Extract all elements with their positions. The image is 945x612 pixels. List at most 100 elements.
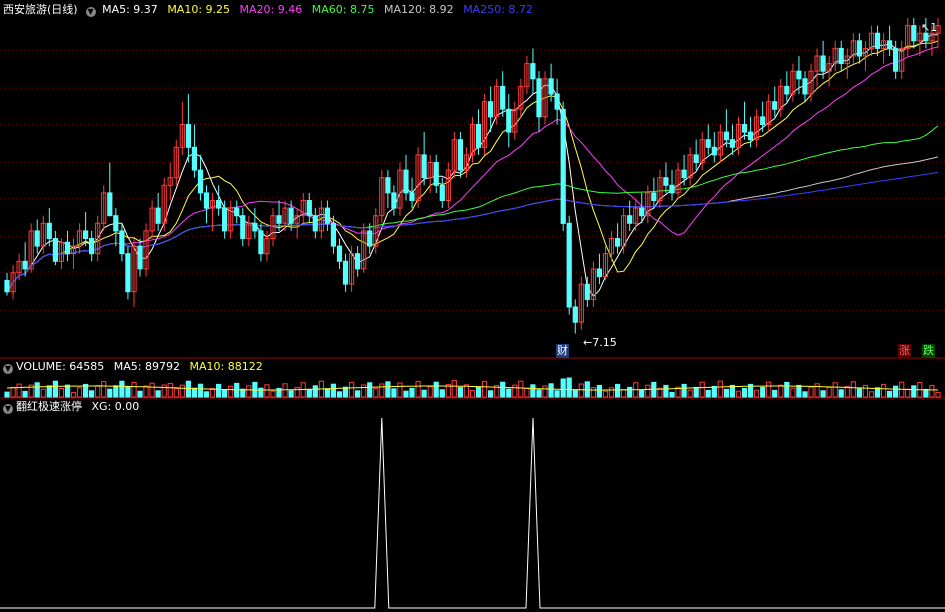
volume-bar xyxy=(796,384,802,398)
volume-bar xyxy=(741,387,748,398)
volume-bar xyxy=(790,387,796,398)
volume-bar xyxy=(58,388,64,398)
volume-bar xyxy=(222,389,228,398)
chevron-down-icon[interactable]: ▼ xyxy=(3,364,13,374)
chevron-down-icon[interactable]: ▼ xyxy=(85,7,96,17)
candle xyxy=(155,207,161,224)
volume-bar xyxy=(451,380,457,398)
volume-bar xyxy=(330,383,336,398)
rise-tag[interactable]: 涨 xyxy=(898,344,911,358)
volume-bar xyxy=(572,389,578,398)
volume-bar xyxy=(923,388,929,398)
candle xyxy=(639,207,645,217)
candle xyxy=(191,146,198,171)
volume-bar xyxy=(723,388,729,398)
volume-bar xyxy=(131,381,137,398)
volume-bar xyxy=(687,389,693,398)
candle xyxy=(385,177,391,194)
candle xyxy=(554,93,560,110)
candle xyxy=(52,238,58,262)
chevron-down-icon[interactable]: ▼ xyxy=(3,404,13,414)
finance-tag[interactable]: 财 xyxy=(556,344,569,358)
candle xyxy=(457,139,463,171)
candle xyxy=(203,192,210,209)
volume-bar xyxy=(645,384,651,398)
volume-bar xyxy=(881,383,887,398)
volume-bar xyxy=(385,381,391,398)
volume-bar xyxy=(342,386,349,398)
volume-bar xyxy=(397,382,403,398)
indicator-title: 翻红极速涨停 xyxy=(16,400,82,413)
candle xyxy=(911,25,917,42)
candle xyxy=(107,192,113,217)
stock-chart[interactable] xyxy=(0,0,945,612)
volume-bar xyxy=(711,385,717,398)
volume-bar xyxy=(874,387,881,398)
volume-bar xyxy=(590,387,596,398)
ma250-value: MA250: 8.72 xyxy=(463,3,533,16)
volume-bar xyxy=(681,383,687,398)
volume-bar xyxy=(760,386,766,398)
volume-bar xyxy=(216,383,222,398)
candle xyxy=(723,131,729,141)
volume-bar xyxy=(349,382,355,398)
volume-bar xyxy=(391,388,397,398)
volume-bar xyxy=(699,381,705,398)
volume-bar xyxy=(457,387,463,398)
volume-bar xyxy=(602,390,609,398)
indicator-xg: XG: 0.00 xyxy=(91,400,140,413)
volume-bar xyxy=(512,384,518,398)
candle xyxy=(240,215,246,239)
volume-bar xyxy=(270,390,276,398)
volume-bar xyxy=(802,391,808,398)
volume-bar xyxy=(415,380,421,398)
candle xyxy=(22,260,28,270)
volume-bar xyxy=(433,381,439,398)
volume-bar xyxy=(173,388,179,398)
candle xyxy=(748,131,754,141)
volume-bar xyxy=(578,383,584,398)
volume-bar xyxy=(149,382,155,398)
volume-bar xyxy=(185,380,192,398)
volume-bar xyxy=(778,384,784,398)
ma5-value: MA5: 9.37 xyxy=(102,3,158,16)
volume-bar xyxy=(40,388,46,398)
volume-bar xyxy=(119,380,125,398)
volume-bar xyxy=(10,387,16,398)
volume-bar xyxy=(95,385,101,398)
volume-legend: ▼ VOLUME: 64585 MA5: 89792 MA10: 88122 xyxy=(0,359,269,375)
volume-bar xyxy=(482,380,488,398)
candle xyxy=(197,169,204,194)
candle xyxy=(288,207,294,224)
candle xyxy=(874,32,881,49)
candle xyxy=(475,124,482,148)
volume-bar xyxy=(306,389,312,398)
volume-bar xyxy=(70,391,77,398)
candle xyxy=(506,108,512,133)
volume-bar xyxy=(608,387,615,398)
volume-bar xyxy=(361,384,367,398)
fall-tag[interactable]: 跌 xyxy=(922,344,935,358)
volume-bar xyxy=(838,389,844,398)
candle xyxy=(893,47,899,72)
volume-bar xyxy=(179,384,185,398)
candle xyxy=(403,169,409,194)
volume-value: VOLUME: 64585 xyxy=(16,360,105,373)
volume-bar xyxy=(403,390,409,398)
indicator-legend: ▼ 翻红极速涨停 XG: 0.00 xyxy=(0,399,145,415)
candle xyxy=(530,63,536,80)
candle xyxy=(330,222,336,247)
candle xyxy=(83,230,89,239)
volume-bar xyxy=(294,386,300,398)
volume-bar xyxy=(717,380,723,398)
volume-bar xyxy=(246,385,252,398)
volume-bar xyxy=(143,385,149,398)
high-price-value: 1 xyxy=(930,21,938,34)
candle xyxy=(627,215,633,224)
ma10-value: MA10: 9.25 xyxy=(167,3,231,16)
volume-bar xyxy=(862,384,868,398)
volume-bar xyxy=(64,384,71,398)
volume-bar xyxy=(826,386,832,398)
candle xyxy=(342,260,349,285)
candle xyxy=(596,268,602,278)
